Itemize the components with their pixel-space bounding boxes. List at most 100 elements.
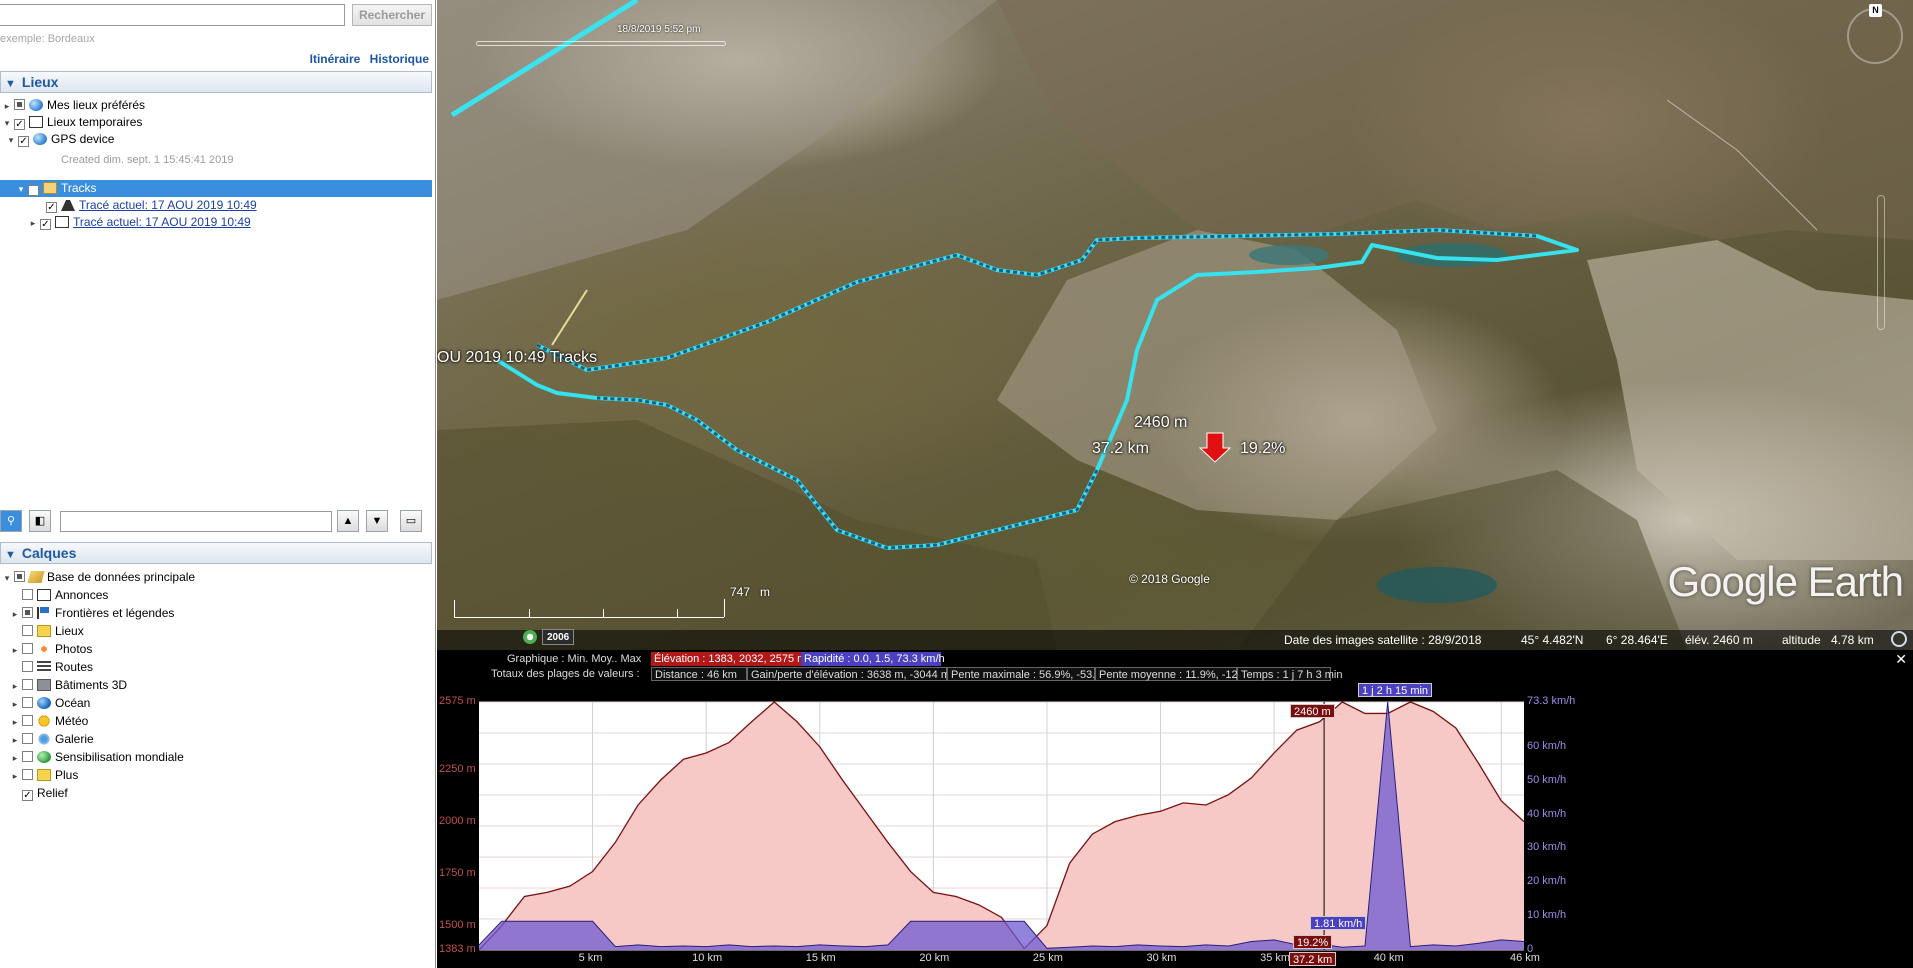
compass-north-icon[interactable]: N bbox=[1869, 4, 1882, 17]
elevation-profile-panel[interactable]: Graphique : Min. Moy.. Max Élévation : 1… bbox=[437, 650, 1913, 968]
layer-checkbox[interactable] bbox=[22, 661, 33, 672]
layer-checkbox[interactable] bbox=[22, 715, 33, 726]
layer-checkbox[interactable]: ✓ bbox=[22, 790, 33, 801]
track2-checkbox[interactable]: ✓ bbox=[40, 219, 51, 230]
layer-label: Plus bbox=[55, 768, 79, 782]
expand-arrow-icon[interactable]: ▾ bbox=[2, 570, 12, 587]
gps-checkbox[interactable]: ✓ bbox=[18, 136, 29, 147]
layer-checkbox[interactable] bbox=[22, 625, 33, 636]
layer-item[interactable]: ✓ Relief bbox=[10, 785, 68, 802]
copyright-text: © 2018 Google bbox=[1129, 572, 1210, 586]
layer-checkbox[interactable] bbox=[22, 643, 33, 654]
collapse-arrow-icon[interactable]: ▾ bbox=[2, 115, 12, 132]
layer-item[interactable]: Routes bbox=[10, 659, 93, 676]
tracks-checkbox[interactable]: ✓ bbox=[28, 185, 39, 196]
places-filter-input[interactable] bbox=[60, 511, 332, 532]
layer-item[interactable]: ▾ Base de données principale bbox=[2, 569, 195, 586]
expand-arrow-icon[interactable]: ▸ bbox=[10, 714, 20, 731]
tree-item-track2[interactable]: ▸ ✓ Tracé actuel: 17 AOU 2019 10:49 bbox=[28, 214, 251, 231]
distance-tick-label: 35 km bbox=[1260, 952, 1291, 964]
track-placemark-label[interactable]: OU 2019 10:49 Tracks bbox=[437, 349, 597, 367]
layer-checkbox[interactable] bbox=[22, 697, 33, 708]
historical-imagery-icon[interactable] bbox=[523, 630, 537, 644]
layer-label: Routes bbox=[55, 660, 94, 674]
earth-3d-view[interactable]: 18/8/2019 5:52 pm N OU 2019 10:49 Tracks… bbox=[437, 0, 1913, 650]
layer-item[interactable]: Annonces bbox=[10, 587, 108, 604]
imagery-year-badge[interactable]: 2006 bbox=[542, 629, 575, 645]
search-hint: exemple: Bordeaux bbox=[0, 33, 95, 45]
tree-item-temporary[interactable]: ▾ ✓ Lieux temporaires bbox=[2, 114, 142, 131]
panel-toggle-icon[interactable]: ◧ bbox=[29, 510, 51, 532]
collapse-triangle-icon[interactable]: ▼ bbox=[5, 545, 16, 565]
tree-item-gps-device[interactable]: ▾ ✓ GPS device bbox=[6, 131, 114, 148]
collapse-triangle-icon[interactable]: ▼ bbox=[5, 74, 16, 94]
tree-item-tracks[interactable]: ▾ ✓ Tracks bbox=[0, 180, 432, 197]
layer-checkbox[interactable] bbox=[22, 751, 33, 762]
layer-item[interactable]: ▸ Frontières et légendes bbox=[10, 605, 175, 623]
marker-elevation-label: 2460 m bbox=[1134, 414, 1188, 431]
close-profile-icon[interactable]: ✕ bbox=[1895, 651, 1907, 668]
layer-checkbox[interactable] bbox=[14, 571, 25, 582]
layer-item[interactable]: ▸ Océan bbox=[10, 695, 91, 713]
layer-item[interactable]: ▸ Météo bbox=[10, 713, 89, 731]
expand-arrow-icon[interactable]: ▸ bbox=[10, 768, 20, 785]
collapse-arrow-icon[interactable]: ▾ bbox=[6, 132, 16, 149]
expand-arrow-icon[interactable]: ▸ bbox=[28, 215, 38, 232]
scale-value: 747 bbox=[730, 585, 751, 599]
favorites-checkbox[interactable] bbox=[14, 99, 25, 110]
compass-control[interactable]: N bbox=[1847, 4, 1903, 64]
expand-arrow-icon[interactable]: ▸ bbox=[10, 732, 20, 749]
itinerary-link[interactable]: Itinéraire bbox=[310, 52, 361, 66]
collapse-arrow-icon[interactable]: ▾ bbox=[16, 181, 26, 198]
move-up-icon[interactable]: ▲ bbox=[337, 510, 359, 532]
expand-arrow-icon[interactable]: ▸ bbox=[10, 642, 20, 659]
time-slider[interactable]: 18/8/2019 5:52 pm bbox=[462, 24, 737, 46]
places-panel-header[interactable]: ▼ Lieux bbox=[0, 71, 432, 93]
layer-checkbox[interactable] bbox=[22, 607, 33, 618]
folder-menu-icon[interactable]: ▭ bbox=[400, 510, 422, 532]
layer-checkbox[interactable] bbox=[22, 679, 33, 690]
photos-icon bbox=[37, 643, 51, 655]
speed-stat[interactable]: Rapidité : 0.0, 1.5, 73.3 km/h bbox=[801, 652, 945, 666]
layer-label: Annonces bbox=[55, 588, 109, 602]
navigation-toggle-icon[interactable] bbox=[1891, 631, 1907, 647]
elevation-tick-label: 1750 m bbox=[439, 866, 476, 879]
database-icon bbox=[27, 571, 45, 583]
tree-item-track1[interactable]: ✓ Tracé actuel: 17 AOU 2019 10:49 bbox=[44, 197, 257, 214]
search-panel-icon[interactable]: ⚲ bbox=[0, 510, 22, 532]
layer-item[interactable]: ▸ Sensibilisation mondiale bbox=[10, 749, 184, 766]
expand-arrow-icon[interactable]: ▸ bbox=[10, 750, 20, 767]
move-down-icon[interactable]: ▼ bbox=[366, 510, 388, 532]
speed-tick-label: 60 km/h bbox=[1527, 739, 1567, 752]
elevation-stat[interactable]: Élévation : 1383, 2032, 2575 m bbox=[651, 652, 806, 666]
expand-arrow-icon[interactable]: ▸ bbox=[2, 98, 12, 115]
announcements-icon bbox=[37, 589, 51, 601]
places-title: Lieux bbox=[21, 74, 59, 90]
layer-item[interactable]: ▸ Plus bbox=[10, 767, 79, 785]
expand-arrow-icon[interactable]: ▸ bbox=[10, 678, 20, 695]
history-link[interactable]: Historique bbox=[370, 52, 429, 66]
expand-arrow-icon[interactable]: ▸ bbox=[10, 606, 20, 623]
layer-item[interactable]: Lieux bbox=[10, 623, 84, 640]
layer-item[interactable]: ▸ Galerie bbox=[10, 731, 94, 748]
track1-link[interactable]: Tracé actuel: 17 AOU 2019 10:49 bbox=[79, 198, 257, 212]
search-button[interactable]: Rechercher bbox=[352, 4, 432, 26]
time-slider-track[interactable] bbox=[476, 41, 726, 46]
layer-checkbox[interactable] bbox=[22, 733, 33, 744]
expand-arrow-icon[interactable]: ▸ bbox=[10, 696, 20, 713]
zoom-slider[interactable] bbox=[1877, 195, 1885, 330]
layer-item[interactable]: ▸ Photos bbox=[10, 641, 93, 659]
track2-link[interactable]: Tracé actuel: 17 AOU 2019 10:49 bbox=[73, 215, 251, 229]
search-input[interactable] bbox=[0, 4, 345, 26]
elevation-tick-label: 2000 m bbox=[439, 814, 476, 827]
layer-checkbox[interactable] bbox=[22, 769, 33, 780]
layers-panel-header[interactable]: ▼ Calques bbox=[0, 542, 432, 564]
tree-item-favorites[interactable]: ▸ Mes lieux préférés bbox=[2, 97, 145, 114]
elevation-profile-graph[interactable] bbox=[437, 650, 1913, 968]
layer-checkbox[interactable] bbox=[22, 589, 33, 600]
layer-item[interactable]: ▸ Bâtiments 3D bbox=[10, 677, 127, 694]
temporary-checkbox[interactable]: ✓ bbox=[14, 119, 25, 130]
marker-distance-label: 37.2 km bbox=[1092, 440, 1149, 457]
track1-checkbox[interactable]: ✓ bbox=[46, 202, 57, 213]
ocean-icon bbox=[37, 697, 51, 709]
